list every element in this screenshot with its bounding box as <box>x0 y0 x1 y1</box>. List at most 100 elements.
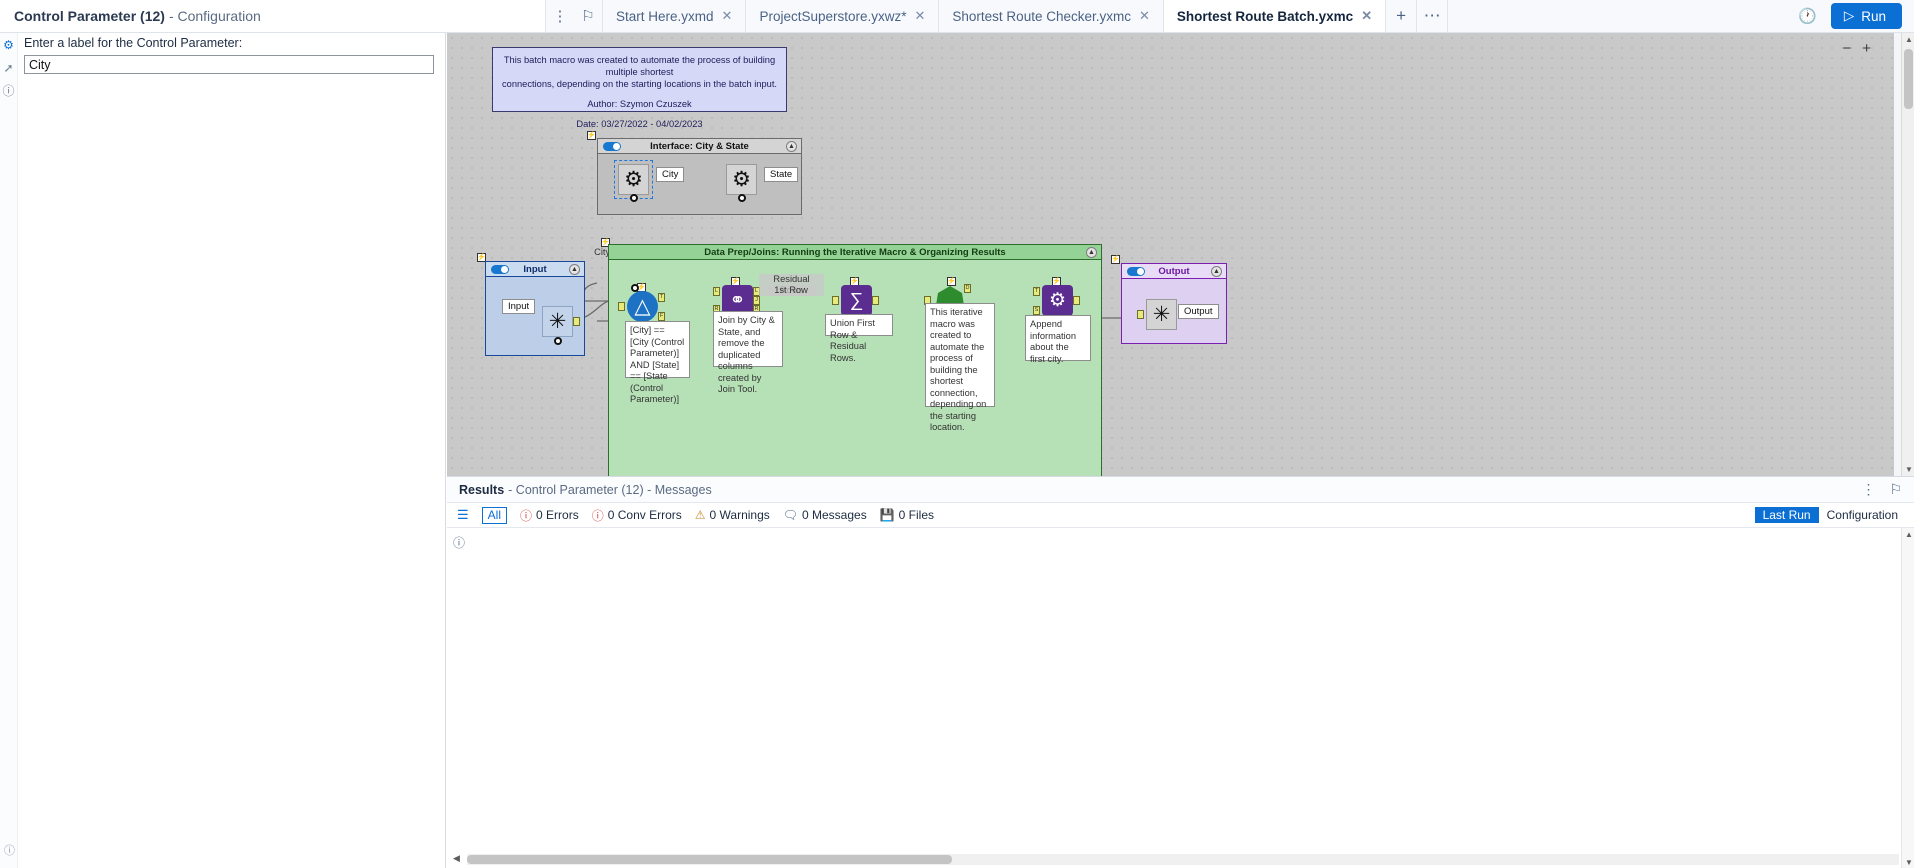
help-circle-icon[interactable]: ⓘ <box>4 842 15 858</box>
scroll-up-icon[interactable]: ▲ <box>1905 35 1913 44</box>
results-horizontal-scrollbar[interactable]: ◀ ▶ <box>453 853 1913 865</box>
workflow-comment-box[interactable]: This batch macro was created to automate… <box>492 47 787 129</box>
tool-label-input: Input <box>502 299 536 314</box>
results-vertical-scrollbar[interactable]: ▲ ▼ <box>1901 528 1914 868</box>
output-port-d[interactable]: D <box>964 284 971 293</box>
scroll-left-icon[interactable]: ◀ <box>453 853 460 864</box>
history-icon[interactable]: 🕐 <box>1798 7 1817 25</box>
input-port-target[interactable]: T <box>1033 287 1040 296</box>
config-panel-title-text: Control Parameter (12) <box>14 8 165 24</box>
gear-icon[interactable]: ⚙ <box>3 39 14 51</box>
filter-files[interactable]: 💾 0 Files <box>880 508 934 522</box>
container-toggle[interactable] <box>491 265 509 274</box>
input-port-left[interactable]: L <box>713 287 720 296</box>
filter-conv-errors[interactable]: ⓘ 0 Conv Errors <box>592 507 682 524</box>
note-union[interactable]: Union First Row & Residual Rows. <box>825 314 893 363</box>
output-port[interactable] <box>1073 296 1080 305</box>
container-toggle[interactable] <box>603 142 621 151</box>
output-port[interactable] <box>872 296 879 305</box>
canvas-vertical-scrollbar[interactable]: ▲ ▼ <box>1901 33 1914 476</box>
wire-label-first-row: 1st Row <box>767 285 815 296</box>
help-icon[interactable]: ⓘ <box>2 85 14 97</box>
output-port[interactable] <box>573 317 580 326</box>
output-port-join[interactable]: J <box>753 296 760 305</box>
filter-all[interactable]: All <box>481 506 507 524</box>
container-interface[interactable]: Interface: City & State ▲ ⚙ City ⚙ State <box>597 138 802 215</box>
results-title-sub: - Control Parameter (12) - Messages <box>508 482 712 497</box>
input-port[interactable] <box>618 302 625 311</box>
close-icon[interactable]: ✕ <box>1139 8 1150 24</box>
close-icon[interactable]: ✕ <box>1361 8 1372 24</box>
note-iterative-macro[interactable]: This iterative macro was created to auto… <box>925 303 995 432</box>
tab-label: ProjectSuperstore.yxwz* <box>759 8 907 24</box>
container-input[interactable]: Input ▲ Input ✳ <box>485 261 585 356</box>
canvas-zoom-controls: − + <box>1842 41 1871 56</box>
scroll-down-icon[interactable]: ▼ <box>1905 858 1913 867</box>
container-toggle[interactable] <box>1127 267 1145 276</box>
new-tab-button[interactable]: + <box>1386 0 1418 32</box>
zoom-in-icon[interactable]: + <box>1862 41 1871 56</box>
comment-line-2: connections, depending on the starting l… <box>502 79 777 89</box>
workflow-canvas[interactable]: − + This batch macro was created to auto… <box>447 33 1894 476</box>
tab-more-button[interactable]: ⋯ <box>1417 0 1449 32</box>
tab-start-here[interactable]: Start Here.yxmd ✕ <box>602 0 747 32</box>
tool-macro-input[interactable]: ✳ <box>542 306 580 345</box>
scroll-up-icon[interactable]: ▲ <box>1905 530 1913 539</box>
segment-last-run[interactable]: Last Run <box>1754 507 1819 523</box>
tool-control-parameter-city[interactable]: ⚙ <box>614 160 653 202</box>
scroll-down-icon[interactable]: ▼ <box>1905 465 1913 474</box>
tab-project-superstore[interactable]: ProjectSuperstore.yxwz* ✕ <box>746 0 940 32</box>
input-port[interactable] <box>1137 310 1144 319</box>
more-icon[interactable]: ⋮ <box>1861 481 1875 498</box>
close-icon[interactable]: ✕ <box>722 8 733 24</box>
container-output[interactable]: Output ▲ ✳ Output <box>1121 263 1227 344</box>
tool-union[interactable]: ∑ <box>832 285 879 316</box>
note-append[interactable]: Append information about the first city. <box>1025 315 1091 364</box>
collapse-icon[interactable]: ▲ <box>1211 266 1222 277</box>
output-port-true[interactable]: T <box>658 293 665 302</box>
tool-macro-output[interactable]: ✳ <box>1137 299 1177 330</box>
output-port-false[interactable]: F <box>658 312 665 321</box>
segment-configuration[interactable]: Configuration <box>1819 507 1906 523</box>
collapse-icon[interactable]: ▲ <box>569 264 580 275</box>
config-icon-rail: ⚙ ➚ ⓘ ⓘ <box>0 33 18 868</box>
annotation-marker-interface: ⚡ <box>587 131 596 140</box>
output-anchor[interactable] <box>630 194 638 202</box>
pin-icon[interactable]: ⚐ <box>574 0 602 32</box>
tab-overflow-icon[interactable]: ⋮ <box>546 0 574 32</box>
tab-shortest-route-checker[interactable]: Shortest Route Checker.yxmc ✕ <box>939 0 1164 32</box>
note-join[interactable]: Join by City & State, and remove the dup… <box>713 311 783 394</box>
input-port-source[interactable]: S <box>1033 306 1040 315</box>
tool-append-fields[interactable]: ⚙ T S <box>1033 285 1080 316</box>
tab-label: Start Here.yxmd <box>616 8 714 24</box>
arrow-out-icon[interactable]: ➚ <box>3 62 13 74</box>
help-circle-icon[interactable]: ⓘ <box>453 534 465 551</box>
scrollbar-thumb[interactable] <box>467 855 952 864</box>
filter-warnings[interactable]: ⚠ 0 Warnings <box>695 508 770 522</box>
scrollbar-thumb[interactable] <box>1904 49 1913 109</box>
control-parameter-input[interactable] <box>24 55 434 74</box>
filter-warnings-label: 0 Warnings <box>709 508 770 522</box>
pin-icon[interactable]: ⚐ <box>1889 481 1902 498</box>
note-filter-expression[interactable]: [City] == [City (Control Parameter)] AND… <box>625 321 690 404</box>
config-form: Enter a label for the Control Parameter: <box>24 36 442 74</box>
collapse-icon[interactable]: ▲ <box>786 141 797 152</box>
list-icon[interactable]: ☰ <box>457 507 469 523</box>
run-button[interactable]: ▷ Run <box>1830 3 1902 29</box>
filter-messages[interactable]: 🗨 0 Messages <box>783 508 867 522</box>
filter-errors[interactable]: ⓘ 0 Errors <box>520 507 579 524</box>
collapse-icon[interactable]: ▲ <box>1086 247 1097 258</box>
config-panel-title-sub: - Configuration <box>168 8 261 24</box>
tool-filter[interactable]: △ T F <box>618 291 665 322</box>
tab-shortest-route-batch[interactable]: Shortest Route Batch.yxmc ✕ <box>1163 0 1387 32</box>
comment-line-4: Date: 03/27/2022 - 04/02/2023 <box>576 119 703 129</box>
zoom-out-icon[interactable]: − <box>1842 41 1851 56</box>
tool-control-parameter-state[interactable]: ⚙ <box>726 164 757 202</box>
close-icon[interactable]: ✕ <box>915 8 926 24</box>
container-title: Input <box>523 263 547 275</box>
control-parameter-label: Enter a label for the Control Parameter: <box>24 36 243 50</box>
output-anchor[interactable] <box>738 194 746 202</box>
comment-line-3: Author: Szymon Czuszek <box>587 99 692 109</box>
output-anchor[interactable] <box>554 337 562 345</box>
input-port[interactable] <box>832 296 839 305</box>
